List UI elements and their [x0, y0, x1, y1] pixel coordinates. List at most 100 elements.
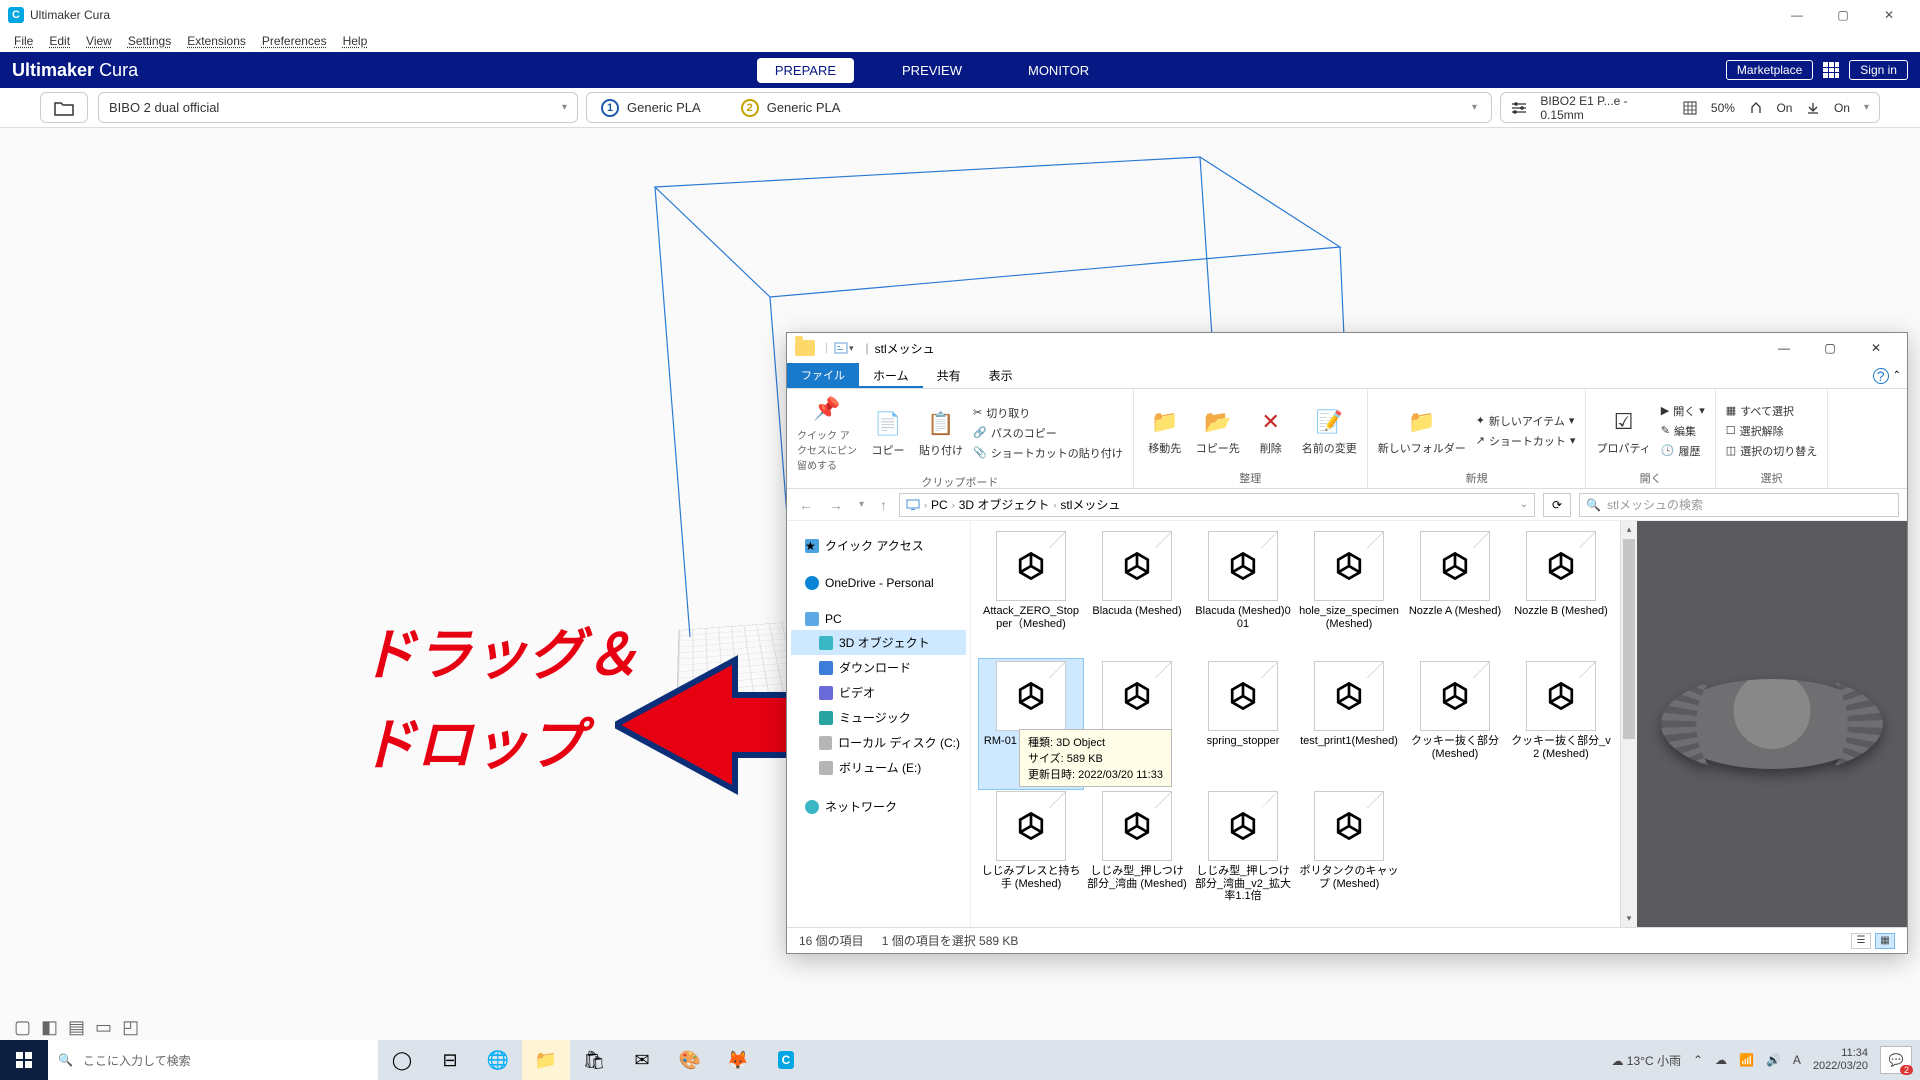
task-view-icon[interactable]: ◯ [378, 1040, 426, 1080]
file-item[interactable]: クッキー抜く部分 (Meshed) [1403, 659, 1507, 789]
qat-dropdown-icon[interactable]: ▾ [849, 343, 854, 354]
tray-chevron-icon[interactable]: ⌃ [1693, 1053, 1703, 1067]
network-tray-icon[interactable]: 📶 [1739, 1053, 1754, 1067]
menu-preferences[interactable]: Preferences [254, 32, 335, 50]
file-grid[interactable]: Attack_ZERO_Stopper（Meshed) Blacuda (Mesh… [971, 521, 1620, 927]
close-button[interactable]: ✕ [1866, 0, 1912, 30]
cura-taskbar-icon[interactable]: C [762, 1040, 810, 1080]
scroll-thumb[interactable] [1623, 539, 1635, 739]
file-item[interactable]: hole_size_specimen (Meshed) [1297, 529, 1401, 659]
ribbon-tab-view[interactable]: 表示 [975, 363, 1027, 388]
file-item[interactable]: spring_stopper [1191, 659, 1295, 789]
file-item[interactable]: test_print1(Meshed) [1297, 659, 1401, 789]
menu-edit[interactable]: Edit [41, 32, 78, 50]
file-item[interactable]: ポリタンクのキャップ (Meshed) [1297, 789, 1401, 919]
volume-tray-icon[interactable]: 🔊 [1766, 1053, 1781, 1067]
open-file-button[interactable] [40, 92, 88, 123]
delete-button[interactable]: ✕削除 [1250, 406, 1292, 456]
qat-properties-icon[interactable] [833, 341, 849, 355]
explorer-close-button[interactable]: ✕ [1853, 333, 1899, 363]
print-settings[interactable]: BIBO2 E1 P...e - 0.15mm 50% On On ▾ [1500, 92, 1880, 123]
ribbon-tab-home[interactable]: ホーム [859, 363, 923, 388]
refresh-button[interactable]: ⟳ [1543, 493, 1571, 517]
explorer-search[interactable]: 🔍 stlメッシュの検索 [1579, 493, 1899, 517]
menu-view[interactable]: View [78, 32, 120, 50]
view-large-icons-icon[interactable]: ▦ [1875, 933, 1895, 949]
select-none-button[interactable]: ☐ 選択解除 [1726, 423, 1817, 439]
nav-local-disk-c[interactable]: ローカル ディスク (C:) [791, 730, 966, 755]
edge-icon[interactable]: 🌐 [474, 1040, 522, 1080]
file-item[interactable]: しじみ型_押しつけ部分_湾曲 (Meshed) [1085, 789, 1189, 919]
taskbar-clock[interactable]: 11:342022/03/20 [1813, 1047, 1868, 1073]
minimize-button[interactable]: — [1774, 0, 1820, 30]
file-item[interactable]: Nozzle B (Meshed) [1509, 529, 1613, 659]
taskbar-search[interactable]: 🔍 ここに入力して検索 [48, 1040, 378, 1080]
signin-button[interactable]: Sign in [1849, 60, 1908, 80]
rename-button[interactable]: 📝名前の変更 [1302, 406, 1357, 456]
mail-icon[interactable]: ✉ [618, 1040, 666, 1080]
tab-preview[interactable]: PREVIEW [884, 58, 980, 83]
back-button[interactable]: ← [795, 497, 817, 513]
pin-quick-access-button[interactable]: 📌クイック アクセスにピン留めする [797, 393, 857, 472]
action-center-icon[interactable]: 💬2 [1880, 1046, 1912, 1074]
ribbon-tab-share[interactable]: 共有 [923, 363, 975, 388]
start-button[interactable] [0, 1040, 48, 1080]
view-layers-icon[interactable]: ▤ [68, 1017, 85, 1038]
view-details-icon[interactable]: ☰ [1851, 933, 1871, 949]
nav-quick-access[interactable]: ★クイック アクセス [791, 533, 966, 558]
shortcut-button[interactable]: ↗ ショートカット ▾ [1476, 433, 1576, 449]
history-button[interactable]: 🕓 履歴 [1661, 443, 1705, 459]
ribbon-collapse-icon[interactable]: ⌃ [1893, 370, 1901, 381]
nav-downloads[interactable]: ダウンロード [791, 655, 966, 680]
onedrive-tray-icon[interactable]: ☁ [1715, 1053, 1727, 1067]
copy-to-button[interactable]: 📂コピー先 [1196, 406, 1240, 456]
menu-settings[interactable]: Settings [120, 32, 179, 50]
explorer-minimize-button[interactable]: — [1761, 333, 1807, 363]
forward-button[interactable]: → [825, 497, 847, 513]
view-solid-icon[interactable]: ▢ [14, 1017, 31, 1038]
cut-button[interactable]: ✂ 切り取り [973, 405, 1123, 421]
maximize-button[interactable]: ▢ [1820, 0, 1866, 30]
nav-onedrive[interactable]: OneDrive - Personal [791, 572, 966, 594]
nav-pc[interactable]: PC [791, 608, 966, 630]
properties-button[interactable]: ☑プロパティ [1596, 406, 1650, 456]
file-item[interactable]: クッキー抜く部分_v2 (Meshed) [1509, 659, 1613, 789]
new-item-button[interactable]: ✦ 新しいアイテム ▾ [1476, 413, 1576, 429]
nav-music[interactable]: ミュージック [791, 705, 966, 730]
nav-volume-e[interactable]: ボリューム (E:) [791, 755, 966, 780]
nav-network[interactable]: ネットワーク [791, 794, 966, 819]
file-item[interactable]: しじみプレスと持ち手 (Meshed) [979, 789, 1083, 919]
file-scrollbar[interactable]: ▴ ▾ [1620, 521, 1637, 927]
scroll-up-icon[interactable]: ▴ [1621, 521, 1637, 538]
marketplace-button[interactable]: Marketplace [1726, 60, 1813, 80]
copy-button[interactable]: 📄コピー [867, 408, 909, 458]
file-item[interactable]: Nozzle A (Meshed) [1403, 529, 1507, 659]
store-icon[interactable]: 🛍 [570, 1040, 618, 1080]
move-to-button[interactable]: 📁移動先 [1144, 406, 1186, 456]
select-all-button[interactable]: ▦ すべて選択 [1726, 403, 1817, 419]
path-dropdown-icon[interactable]: ⌄ [1520, 499, 1528, 510]
file-item[interactable]: しじみ型_押しつけ部分_湾曲_v2_拡大率1.1倍 [1191, 789, 1295, 919]
ime-indicator[interactable]: A [1793, 1053, 1801, 1067]
open-button[interactable]: ▶ 開く ▾ [1661, 403, 1705, 419]
paste-shortcut-button[interactable]: 📎 ショートカットの貼り付け [973, 445, 1123, 461]
extruder-selector[interactable]: 1Generic PLA 2Generic PLA ▾ [586, 92, 1492, 123]
menu-help[interactable]: Help [335, 32, 376, 50]
up-button[interactable]: ↑ [876, 497, 891, 513]
view-front-icon[interactable]: ▭ [95, 1017, 112, 1038]
menu-file[interactable]: File [6, 32, 41, 50]
paste-button[interactable]: 📋貼り付け [919, 408, 963, 458]
copy-path-button[interactable]: 🔗 パスのコピー [973, 425, 1123, 441]
file-item[interactable]: Attack_ZERO_Stopper（Meshed) [979, 529, 1083, 659]
view-iso-icon[interactable]: ◰ [122, 1017, 139, 1038]
cortana-icon[interactable]: ⊟ [426, 1040, 474, 1080]
tab-monitor[interactable]: MONITOR [1010, 58, 1107, 83]
view-xray-icon[interactable]: ◧ [41, 1017, 58, 1038]
ribbon-tab-file[interactable]: ファイル [787, 363, 859, 388]
invert-selection-button[interactable]: ◫ 選択の切り替え [1726, 443, 1817, 459]
breadcrumb-path[interactable]: › PC› 3D オブジェクト› stlメッシュ ⌄ [899, 493, 1535, 517]
explorer-maximize-button[interactable]: ▢ [1807, 333, 1853, 363]
file-item[interactable]: Blacuda (Meshed)001 [1191, 529, 1295, 659]
weather-widget[interactable]: ☁ 13°C 小雨 [1611, 1052, 1681, 1069]
help-icon[interactable]: ? [1873, 368, 1889, 384]
